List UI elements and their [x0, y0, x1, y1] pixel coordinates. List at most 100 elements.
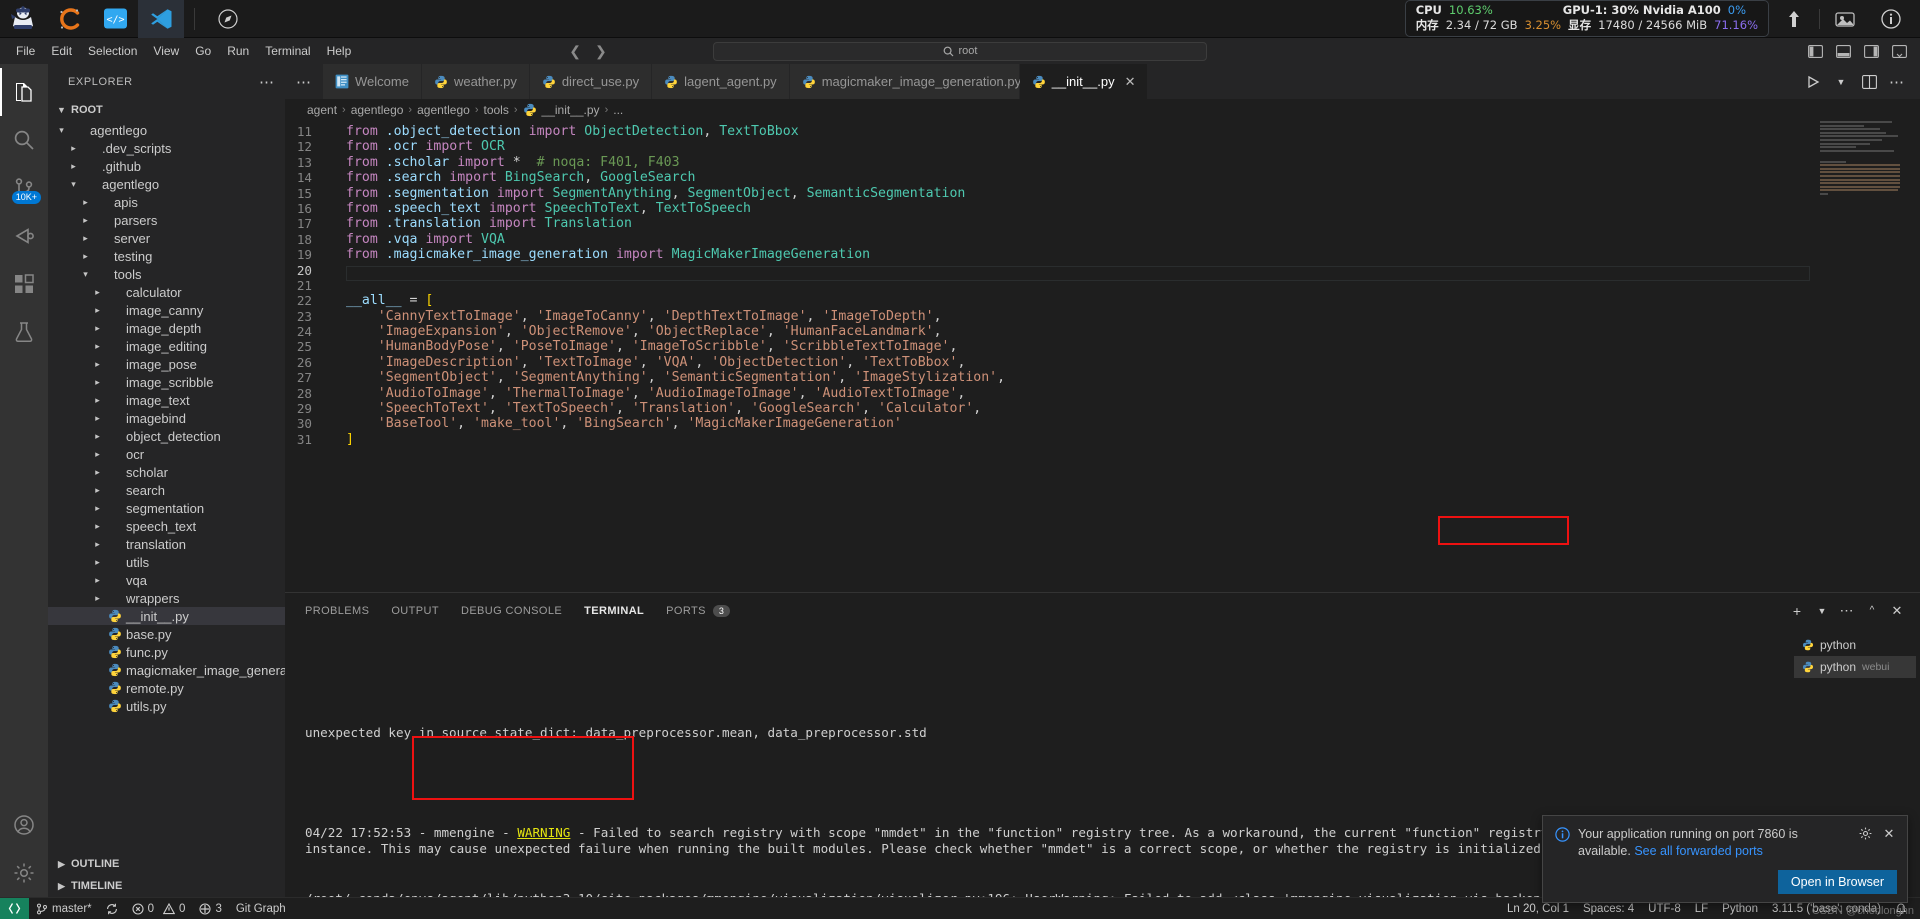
menu-run[interactable]: Run	[219, 41, 257, 61]
panel-tab-output[interactable]: OUTPUT	[391, 597, 439, 625]
explorer-root-section[interactable]: ▼ ROOT	[48, 99, 285, 121]
status-problems[interactable]: 0 0	[125, 898, 193, 919]
tree-item-remote.py[interactable]: remote.py	[48, 679, 285, 697]
code-line[interactable]: 31]	[285, 432, 1920, 447]
code-line[interactable]: 23 'CannyTextToImage', 'ImageToCanny', '…	[285, 309, 1920, 324]
tree-item-parsers[interactable]: ▸ parsers	[48, 211, 285, 229]
breadcrumb-segment[interactable]: agentlego	[417, 103, 470, 117]
menu-view[interactable]: View	[145, 41, 187, 61]
code-line[interactable]: 13 from .scholar import * # noqa: F401, F…	[285, 155, 1920, 170]
code-server-icon[interactable]: </>	[92, 0, 138, 38]
notification-toast[interactable]: Your application running on port 7860 is…	[1542, 815, 1908, 903]
menu-help[interactable]: Help	[319, 41, 360, 61]
activity-extensions[interactable]	[0, 260, 48, 308]
ubuntu-icon[interactable]	[46, 0, 92, 38]
info-icon[interactable]	[1870, 0, 1912, 38]
tree-item-image_editing[interactable]: ▸ image_editing	[48, 337, 285, 355]
tree-item-func.py[interactable]: func.py	[48, 643, 285, 661]
code-line[interactable]: 12 from .ocr import OCR	[285, 139, 1920, 154]
code-line[interactable]: 19 from .magicmaker_image_generation impo…	[285, 247, 1920, 262]
activity-testing[interactable]	[0, 308, 48, 356]
menu-edit[interactable]: Edit	[43, 41, 80, 61]
close-icon[interactable]: ✕	[1125, 74, 1136, 90]
command-center[interactable]: root	[713, 41, 1207, 61]
code-line[interactable]: 16 from .speech_text import SpeechToText,…	[285, 201, 1920, 216]
compass-icon[interactable]	[205, 0, 251, 38]
status-sync[interactable]	[99, 898, 125, 919]
menu-file[interactable]: File	[8, 41, 43, 61]
code-line[interactable]: 21	[285, 278, 1920, 293]
tree-item-calculator[interactable]: ▸ calculator	[48, 283, 285, 301]
menu-selection[interactable]: Selection	[80, 41, 145, 61]
editor-tabs[interactable]: Welcome weather.py direct_use.py lagent_age…	[323, 64, 1149, 99]
tree-item-image_canny[interactable]: ▸ image_canny	[48, 301, 285, 319]
terminal-list-item[interactable]: python webui	[1794, 656, 1916, 678]
panel-tab-ports[interactable]: PORTS 3	[666, 597, 731, 625]
tree-item-server[interactable]: ▸ server	[48, 229, 285, 247]
tree-item-image_depth[interactable]: ▸ image_depth	[48, 319, 285, 337]
chevron-down-icon[interactable]: ▼	[1811, 600, 1833, 622]
code-line[interactable]: 11 from .object_detection import ObjectDe…	[285, 124, 1920, 139]
toggle-primary-sidebar-icon[interactable]	[1802, 40, 1828, 62]
tree-item-scholar[interactable]: ▸ scholar	[48, 463, 285, 481]
tab-direct_use.py[interactable]: direct_use.py	[529, 64, 653, 99]
breadcrumb-segment[interactable]: tools	[483, 103, 508, 117]
status-ports[interactable]: 3	[192, 898, 228, 919]
chevron-down-icon[interactable]: ▼	[1828, 64, 1854, 99]
code-line[interactable]: 30 'BaseTool', 'make_tool', 'BingSearch'…	[285, 416, 1920, 431]
run-icon[interactable]	[1800, 64, 1826, 99]
tree-item-image_text[interactable]: ▸ image_text	[48, 391, 285, 409]
status-git-graph[interactable]: Git Graph	[229, 898, 293, 919]
toggle-secondary-sidebar-icon[interactable]	[1858, 40, 1884, 62]
tab-lagent_agent.py[interactable]: lagent_agent.py	[652, 64, 790, 99]
split-editor-icon[interactable]	[1856, 64, 1882, 99]
code-line[interactable]: 28 'AudioToImage', 'ThermalToImage', 'Au…	[285, 386, 1920, 401]
screenshot-icon[interactable]	[1824, 0, 1866, 38]
tab-__init__.py[interactable]: __init__.py ✕	[1019, 64, 1149, 99]
sidebar-item-timeline[interactable]: ▶ TIMELINE	[48, 875, 285, 897]
tree-item-image_pose[interactable]: ▸ image_pose	[48, 355, 285, 373]
tree-item-ocr[interactable]: ▸ ocr	[48, 445, 285, 463]
breadcrumb[interactable]: agent › agentlego › agentlego › tools › __init__…	[285, 99, 1920, 121]
code-line[interactable]: 20	[285, 263, 1920, 278]
code-line[interactable]: 27 'SegmentObject', 'SegmentAnything', '…	[285, 370, 1920, 385]
tree-item-translation[interactable]: ▸ translation	[48, 535, 285, 553]
code-line[interactable]: 15 from .segmentation import SegmentAnyth…	[285, 186, 1920, 201]
ellipsis-icon[interactable]: ⋯	[259, 73, 275, 91]
arrow-right-icon[interactable]: ❯	[595, 43, 607, 60]
code-line[interactable]: 29 'SpeechToText', 'TextToSpeech', 'Tran…	[285, 401, 1920, 416]
tree-item-object_detection[interactable]: ▸ object_detection	[48, 427, 285, 445]
tree-item-utils[interactable]: ▸ utils	[48, 553, 285, 571]
panel-tab-problems[interactable]: PROBLEMS	[305, 597, 369, 625]
code-line[interactable]: 24 'ImageExpansion', 'ObjectRemove', 'Ob…	[285, 324, 1920, 339]
tree-item-search[interactable]: ▸ search	[48, 481, 285, 499]
code-line[interactable]: 17 from .translation import Translation	[285, 216, 1920, 231]
more-actions-icon[interactable]: ⋯	[1836, 600, 1858, 622]
more-actions-icon[interactable]: ⋯	[1884, 64, 1910, 99]
terminal-list-item[interactable]: python	[1794, 634, 1916, 656]
tab-magicmaker_image_generation.py[interactable]: magicmaker_image_generation.py	[789, 64, 1021, 99]
code-line[interactable]: 14 from .search import BingSearch, Google…	[285, 170, 1920, 185]
code-line[interactable]: 18 from .vqa import VQA	[285, 232, 1920, 247]
menu-go[interactable]: Go	[187, 41, 219, 61]
sidebar-item-outline[interactable]: ▶ OUTLINE	[48, 853, 285, 875]
tree-item-base.py[interactable]: base.py	[48, 625, 285, 643]
tabs-overflow-icon[interactable]: ⋯	[285, 64, 323, 99]
activity-explorer[interactable]	[0, 68, 48, 116]
activity-accounts[interactable]	[0, 801, 48, 849]
activity-search[interactable]	[0, 116, 48, 164]
arrow-left-icon[interactable]: ❮	[569, 43, 581, 60]
tree-item-vqa[interactable]: ▸ vqa	[48, 571, 285, 589]
code-line[interactable]: 22 __all__ = [	[285, 293, 1920, 308]
tree-item-wrappers[interactable]: ▸ wrappers	[48, 589, 285, 607]
tree-item-testing[interactable]: ▸ testing	[48, 247, 285, 265]
vscode-icon[interactable]	[138, 0, 184, 38]
tree-item-speech_text[interactable]: ▸ speech_text	[48, 517, 285, 535]
customize-layout-icon[interactable]	[1886, 40, 1912, 62]
panel-tab-debug-console[interactable]: DEBUG CONSOLE	[461, 597, 562, 625]
minimap[interactable]	[1814, 121, 1906, 239]
tree-item-image_scribble[interactable]: ▸ image_scribble	[48, 373, 285, 391]
tree-item-agentlego[interactable]: ▾ agentlego	[48, 175, 285, 193]
activity-run-and-debug[interactable]	[0, 212, 48, 260]
add-terminal-icon[interactable]: +	[1786, 600, 1808, 622]
